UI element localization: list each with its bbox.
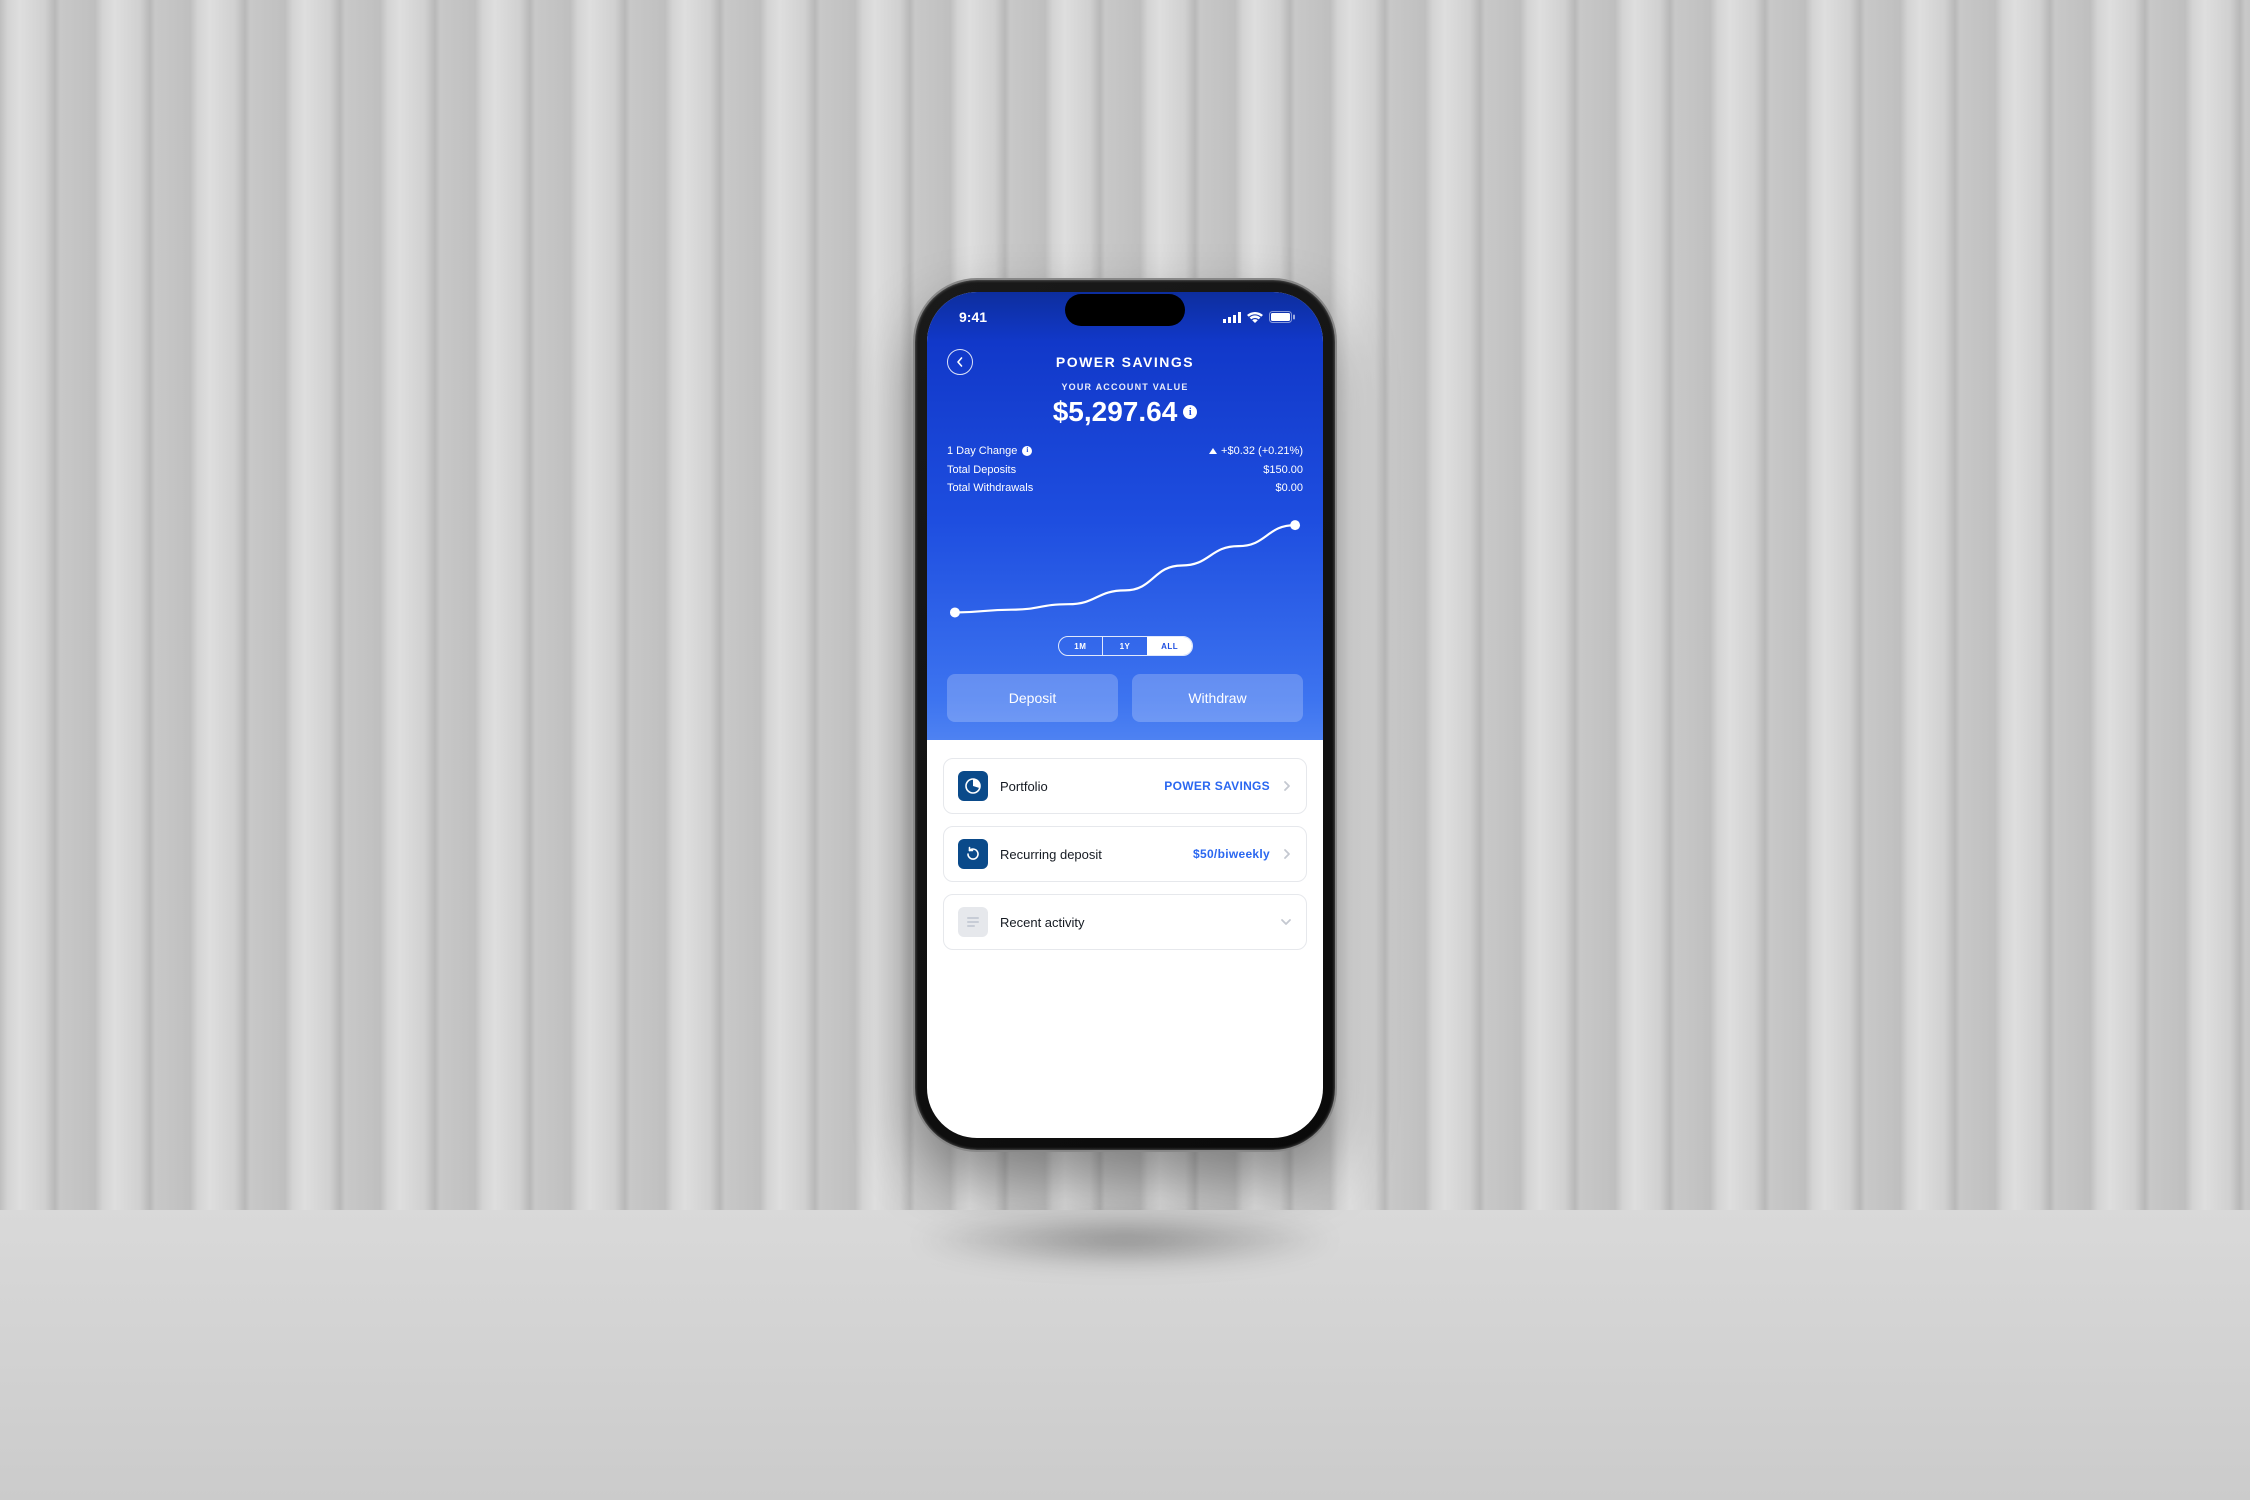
mockup-scene: 9:41 POWER SAVINGS YOUR ACCOUNT VALUE	[0, 0, 2250, 1500]
action-row: Deposit Withdraw	[947, 674, 1303, 722]
value-chart	[947, 516, 1303, 626]
card-label: Portfolio	[1000, 779, 1152, 794]
range-option-1m[interactable]: 1M	[1059, 637, 1103, 655]
nav-row: POWER SAVINGS	[947, 346, 1303, 378]
range-option-all[interactable]: ALL	[1147, 637, 1192, 655]
pie-chart-icon	[958, 771, 988, 801]
card-portfolio[interactable]: Portfolio POWER SAVINGS	[943, 758, 1307, 814]
stat-total-withdrawals: Total Withdrawals $0.00	[947, 479, 1303, 498]
page-title: POWER SAVINGS	[1056, 354, 1194, 370]
account-value-label: YOUR ACCOUNT VALUE	[947, 382, 1303, 392]
account-hero: POWER SAVINGS YOUR ACCOUNT VALUE $5,297.…	[927, 342, 1323, 740]
card-recent-activity[interactable]: Recent activity	[943, 894, 1307, 950]
signal-icon	[1223, 312, 1241, 323]
caret-up-icon	[1209, 448, 1217, 454]
account-stats: 1 Day Change i +$0.32 (+0.21%) Total Dep…	[947, 442, 1303, 498]
stat-value: $150.00	[1263, 461, 1303, 480]
card-value: POWER SAVINGS	[1164, 779, 1270, 793]
phone-shadow	[910, 1210, 1340, 1270]
dynamic-island	[1065, 294, 1185, 326]
range-option-1y[interactable]: 1Y	[1102, 637, 1147, 655]
card-list: Portfolio POWER SAVINGS Recurring deposi…	[927, 740, 1323, 968]
chevron-right-icon	[1282, 780, 1292, 792]
stat-label: Total Deposits	[947, 461, 1016, 480]
stat-day-change: 1 Day Change i +$0.32 (+0.21%)	[947, 442, 1303, 461]
chevron-right-icon	[1282, 848, 1292, 860]
info-icon[interactable]: i	[1183, 405, 1197, 419]
chevron-left-icon	[955, 357, 965, 367]
stat-value: $0.00	[1275, 479, 1303, 498]
info-icon[interactable]: i	[1022, 446, 1032, 456]
account-balance: $5,297.64	[1053, 396, 1178, 428]
screen: 9:41 POWER SAVINGS YOUR ACCOUNT VALUE	[927, 292, 1323, 1138]
back-button[interactable]	[947, 349, 973, 375]
card-label: Recurring deposit	[1000, 847, 1181, 862]
chevron-down-icon	[1280, 917, 1292, 927]
list-icon	[958, 907, 988, 937]
phone-frame: 9:41 POWER SAVINGS YOUR ACCOUNT VALUE	[915, 280, 1335, 1150]
recurring-icon	[958, 839, 988, 869]
range-toggle: 1M 1Y ALL	[1058, 636, 1193, 656]
status-time: 9:41	[959, 309, 987, 325]
deposit-button[interactable]: Deposit	[947, 674, 1118, 722]
balance-row: $5,297.64 i	[947, 396, 1303, 428]
status-indicators	[1223, 311, 1295, 323]
stat-label: Total Withdrawals	[947, 479, 1033, 498]
wifi-icon	[1247, 312, 1263, 323]
stat-value: +$0.32 (+0.21%)	[1221, 442, 1303, 461]
stat-total-deposits: Total Deposits $150.00	[947, 461, 1303, 480]
card-value: $50/biweekly	[1193, 847, 1270, 861]
battery-icon	[1269, 311, 1295, 323]
withdraw-button[interactable]: Withdraw	[1132, 674, 1303, 722]
card-label: Recent activity	[1000, 915, 1268, 930]
card-recurring-deposit[interactable]: Recurring deposit $50/biweekly	[943, 826, 1307, 882]
stat-label: 1 Day Change	[947, 442, 1017, 461]
